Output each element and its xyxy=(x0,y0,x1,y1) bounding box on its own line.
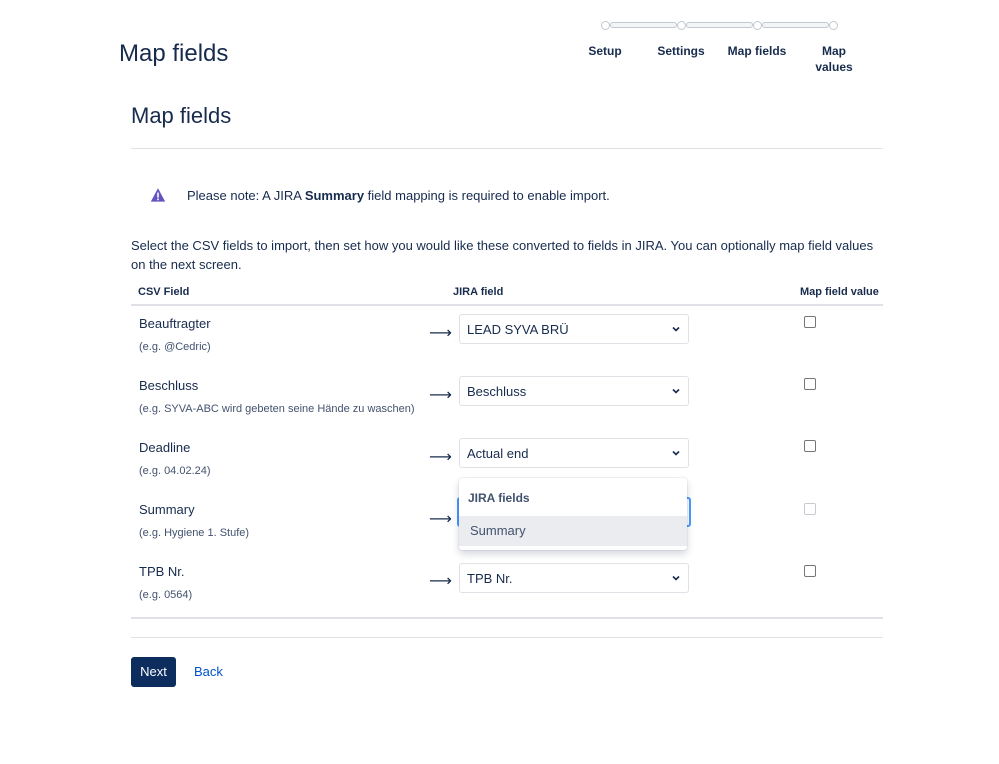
table-row: Beschluss (e.g. SYVA-ABC wird gebeten se… xyxy=(131,376,883,440)
jira-field-select[interactable]: TPB Nr. xyxy=(459,563,689,593)
jira-field-select[interactable]: Actual end xyxy=(459,438,689,468)
table-row: Beauftragter (e.g. @Cedric) ⟶ LEAD SYVA … xyxy=(131,314,883,378)
intro-text: Select the CSV fields to import, then se… xyxy=(131,238,874,272)
csv-field-name: Beauftragter xyxy=(139,316,211,331)
arrow-icon: ⟶ xyxy=(429,573,452,590)
jira-field-select[interactable]: Beschluss xyxy=(459,376,689,406)
select-value: LEAD SYVA BRÜ xyxy=(467,322,569,337)
progress-step-setup: Setup xyxy=(588,44,622,58)
progress-track-segment xyxy=(762,22,829,28)
dropdown-option-summary[interactable]: Summary xyxy=(459,516,687,546)
map-field-value-checkbox xyxy=(804,503,816,515)
progress-step-map-values: Map values xyxy=(815,44,853,74)
progress-step-map-fields: Map fields xyxy=(727,44,787,58)
map-field-value-checkbox[interactable] xyxy=(804,316,816,328)
jira-field-select[interactable]: LEAD SYVA BRÜ xyxy=(459,314,689,344)
progress-tracker: Setup Settings Map fields Map values xyxy=(565,18,875,78)
arrow-icon: ⟶ xyxy=(429,449,452,466)
progress-track-segment xyxy=(610,22,677,28)
progress-node xyxy=(677,21,686,30)
csv-field-example: (e.g. @Cedric) xyxy=(139,341,211,353)
progress-node xyxy=(829,21,838,30)
back-link[interactable]: Back xyxy=(194,664,223,679)
map-field-value-checkbox[interactable] xyxy=(804,565,816,577)
select-value: TPB Nr. xyxy=(467,571,513,586)
csv-field-name: Deadline xyxy=(139,440,191,455)
header-map-field-value: Map field value xyxy=(800,286,879,298)
progress-track-segment xyxy=(686,22,753,28)
csv-field-name: Beschluss xyxy=(139,378,199,393)
progress-node xyxy=(753,21,762,30)
dropdown-group-label: JIRA fields xyxy=(468,491,530,505)
arrow-icon: ⟶ xyxy=(429,511,452,528)
header-csv-field: CSV Field xyxy=(138,286,190,298)
table-bottom-divider xyxy=(131,617,883,619)
chevron-down-icon xyxy=(672,388,680,394)
page-title: Map fields xyxy=(119,40,229,67)
notice-bold: Summary xyxy=(304,187,365,203)
map-field-value-checkbox[interactable] xyxy=(804,378,816,390)
actions-divider xyxy=(131,637,883,638)
table-header-divider xyxy=(131,304,883,306)
chevron-down-icon xyxy=(672,575,680,581)
progress-node xyxy=(601,21,610,30)
select-value: Actual end xyxy=(467,446,529,461)
notice-text: Please note: A JIRA Summary field mappin… xyxy=(187,187,610,203)
notice: Please note: A JIRA Summary field mappin… xyxy=(150,187,610,203)
csv-field-example: (e.g. SYVA-ABC wird gebeten seine Hände … xyxy=(139,403,415,415)
jira-field-dropdown: JIRA fields Summary xyxy=(459,478,687,550)
header-jira-field: JIRA field xyxy=(453,286,504,298)
section-divider xyxy=(131,148,883,149)
csv-field-example: (e.g. 0564) xyxy=(139,589,193,601)
csv-field-example: (e.g. Hygiene 1. Stufe) xyxy=(139,527,250,539)
warning-icon xyxy=(150,188,166,202)
next-button[interactable]: Next xyxy=(131,657,176,687)
progress-step-settings: Settings xyxy=(657,44,705,58)
arrow-icon: ⟶ xyxy=(429,387,452,404)
arrow-icon: ⟶ xyxy=(429,325,452,342)
csv-field-example: (e.g. 04.02.24) xyxy=(139,465,211,477)
chevron-down-icon xyxy=(672,450,680,456)
map-field-value-checkbox[interactable] xyxy=(804,440,816,452)
csv-field-name: Summary xyxy=(139,502,195,517)
section-title: Map fields xyxy=(131,103,232,128)
csv-field-name: TPB Nr. xyxy=(139,564,185,579)
select-value: Beschluss xyxy=(467,384,527,399)
chevron-down-icon xyxy=(672,326,680,332)
